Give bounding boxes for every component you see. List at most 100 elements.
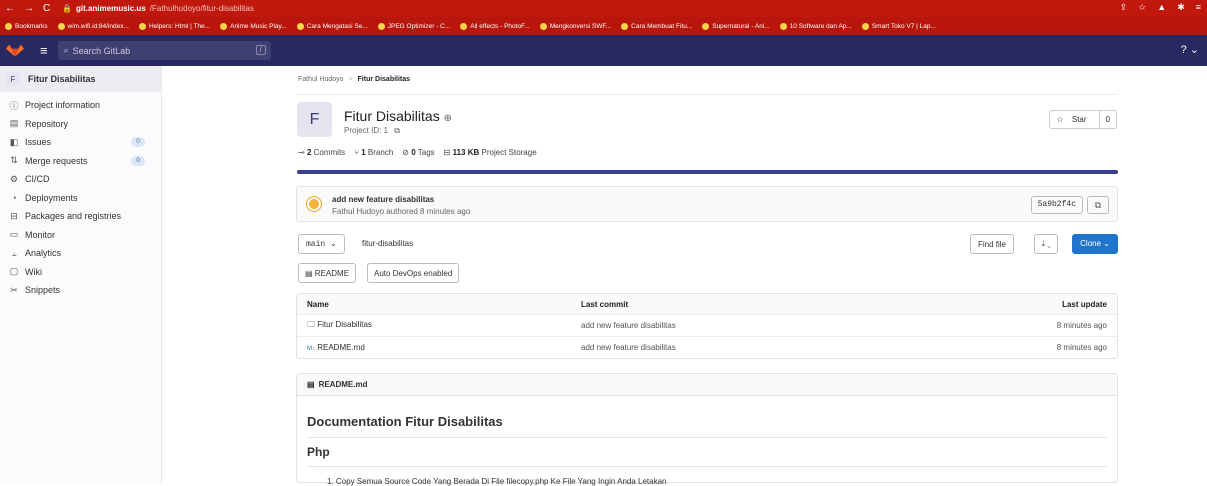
- breadcrumb-project[interactable]: Fitur Disabilitas: [358, 76, 411, 83]
- readme-subtitle: Php: [307, 445, 330, 459]
- bookmark-item[interactable]: Helpers: Html | The...: [138, 22, 210, 30]
- help-icon[interactable]: ? ⌄: [1181, 43, 1199, 56]
- commits-stat[interactable]: ⊸ 2 Commits: [298, 148, 345, 157]
- table-row[interactable]: M↓ README.md add new feature disabilitas…: [297, 336, 1117, 358]
- hamburger-menu-icon[interactable]: ≡: [40, 43, 48, 58]
- project-avatar-small: F: [6, 72, 20, 86]
- reload-icon[interactable]: C: [43, 3, 50, 14]
- sidebar-project-name: Fitur Disabilitas: [28, 74, 96, 84]
- branch-selector[interactable]: main ⌄: [298, 234, 345, 254]
- lock-icon: 🔒: [62, 4, 72, 13]
- download-button[interactable]: ⤓ ⌄: [1034, 234, 1058, 254]
- last-commit-panel: add new feature disabilitas Fathul Hudoy…: [296, 186, 1118, 222]
- forward-icon[interactable]: →: [24, 3, 34, 14]
- star-count[interactable]: 0: [1098, 111, 1116, 128]
- merge-icon: ⇅: [10, 155, 18, 166]
- bookmark-item[interactable]: 10 Software dan Ap...: [779, 22, 852, 30]
- file-last-commit[interactable]: add new feature disabilitas: [581, 343, 676, 352]
- breadcrumb-separator: >: [348, 76, 353, 83]
- markdown-icon: M↓: [307, 346, 315, 352]
- storage-stat[interactable]: ⊟ 113 KB Project Storage: [444, 148, 537, 157]
- puzzle-icon[interactable]: ✱: [1177, 2, 1185, 13]
- breadcrumb-owner[interactable]: Fathul Hudoyo: [298, 76, 344, 83]
- doc-icon: ▤: [305, 269, 313, 278]
- bookmark-item[interactable]: Smart Toko V7 | Lap...: [861, 22, 936, 30]
- bookmark-item[interactable]: Cara Mengatasi Se...: [296, 22, 368, 30]
- bookmark-item[interactable]: Anime Music Play...: [220, 22, 287, 30]
- menu-icon[interactable]: ≡: [1196, 2, 1201, 13]
- bookmark-item[interactable]: wim.wifi.id:84/index...: [57, 22, 129, 30]
- star-label: ☆ Star: [1056, 115, 1087, 124]
- sidebar-item-deployments[interactable]: ◔ Deployments: [0, 189, 161, 208]
- share-icon[interactable]: ⇪: [1120, 2, 1128, 13]
- info-icon: ⓘ: [9, 100, 19, 111]
- find-file-button[interactable]: Find file: [969, 234, 1014, 254]
- search-input[interactable]: ⌕ Search GitLab /: [57, 41, 271, 60]
- readme-list-item: 1. Copy Semua Source Code Yang Berada Di…: [327, 477, 667, 486]
- file-name[interactable]: 🗀 Fitur Disabilitas: [307, 319, 372, 333]
- table-row[interactable]: 🗀 Fitur Disabilitas add new feature disa…: [297, 314, 1117, 336]
- chevron-down-icon: ⌄: [330, 240, 337, 249]
- readme-title: Documentation Fitur Disabilitas: [307, 414, 503, 429]
- bookmark-icon: [460, 22, 468, 30]
- branch-stat[interactable]: ⑂ 1 Branch: [354, 148, 393, 157]
- bookmark-item[interactable]: Cara Membuat Fitu...: [621, 22, 692, 30]
- search-icon: ⌕: [63, 45, 69, 55]
- browser-toolbar: ← → C 🔒 git.animemusic.us/Fathulhudoyo/f…: [0, 0, 1207, 17]
- bookmark-item[interactable]: Bookmarks: [5, 22, 48, 30]
- sidebar-item-merge-requests[interactable]: ⇅ Merge requests 0: [0, 152, 161, 171]
- gitlab-logo-icon[interactable]: [6, 43, 24, 59]
- doc-icon: ▤: [307, 380, 315, 389]
- project-stats: ⊸ 2 Commits ⑂ 1 Branch ⊘ 0 Tags ⊟ 113 KB…: [298, 148, 537, 157]
- file-last-update: 8 minutes ago: [1056, 321, 1107, 330]
- url-path: /Fathulhudoyo/fitur-disabilitas: [149, 4, 254, 13]
- package-icon: ⊟: [10, 210, 18, 221]
- commit-sha[interactable]: 5a9b2f4c: [1030, 196, 1083, 214]
- commit-title[interactable]: add new feature disabilitas: [332, 195, 434, 204]
- commit-icon: ⊸: [298, 148, 305, 157]
- branch-icon: ⑂: [354, 148, 359, 157]
- bookmark-item[interactable]: Mengkonversi SWF...: [539, 22, 611, 30]
- back-icon[interactable]: ←: [5, 3, 15, 14]
- deploy-icon: ◔: [11, 192, 17, 203]
- commit-meta: Fathul Hudoyo authored 8 minutes ago: [332, 207, 471, 216]
- repo-path[interactable]: fitur-disabilitas: [362, 239, 413, 248]
- tags-stat[interactable]: ⊘ 0 Tags: [402, 148, 434, 157]
- monitor-icon: ▭: [9, 229, 19, 240]
- divider: [307, 466, 1107, 467]
- copy-icon[interactable]: ⧉: [394, 126, 400, 135]
- star-button[interactable]: ☆ Star 0: [1049, 110, 1117, 129]
- sidebar-item-cicd[interactable]: ⚙ CI/CD: [0, 170, 161, 189]
- readme-button[interactable]: ▤ README: [298, 263, 357, 283]
- chevron-down-icon: ⌄: [1047, 239, 1051, 248]
- auto-devops-button[interactable]: Auto DevOps enabled: [367, 263, 460, 283]
- bookmark-icon: [138, 22, 146, 30]
- sidebar-item-monitor[interactable]: ▭ Monitor: [0, 226, 161, 245]
- bookmark-star-icon[interactable]: ☆: [1138, 2, 1146, 13]
- copy-sha-button[interactable]: ⧉: [1087, 196, 1109, 214]
- sidebar-item-repository[interactable]: ▤ Repository: [0, 115, 161, 134]
- address-bar[interactable]: 🔒 git.animemusic.us/Fathulhudoyo/fitur-d…: [62, 4, 254, 13]
- sidebar-item-analytics[interactable]: ⫠ Analytics: [0, 244, 161, 263]
- sidebar-item-issues[interactable]: ◧ Issues 0: [0, 133, 161, 152]
- tag-icon: ⊘: [402, 148, 409, 157]
- bookmark-item[interactable]: JPEG Optimizer - C...: [377, 22, 450, 30]
- file-name[interactable]: M↓ README.md: [307, 343, 365, 352]
- bookmark-item[interactable]: All effects - PhotoF...: [460, 22, 530, 30]
- wiki-icon: ▢: [9, 266, 19, 277]
- sidebar-project-header[interactable]: F Fitur Disabilitas: [0, 66, 161, 92]
- extension-icon[interactable]: ▲: [1157, 2, 1166, 13]
- divider: [296, 94, 1118, 95]
- storage-progress-fill: [297, 170, 1118, 174]
- sidebar-item-project-information[interactable]: ⓘ Project information: [0, 96, 161, 115]
- clone-button[interactable]: Clone ⌄: [1072, 234, 1118, 254]
- bookmark-item[interactable]: Supernatural - Ani...: [702, 22, 770, 30]
- url-host: git.animemusic.us: [75, 4, 146, 13]
- globe-icon: ⊕: [443, 113, 452, 124]
- file-last-commit[interactable]: add new feature disabilitas: [581, 321, 676, 330]
- sidebar-item-snippets[interactable]: ✂ Snippets: [0, 281, 161, 300]
- main-content: Fathul Hudoyo > Fitur Disabilitas F Fitu…: [296, 66, 1118, 486]
- storage-progress-bar: [297, 170, 1118, 174]
- sidebar-item-packages[interactable]: ⊟ Packages and registries: [0, 207, 161, 226]
- sidebar-item-wiki[interactable]: ▢ Wiki: [0, 263, 161, 282]
